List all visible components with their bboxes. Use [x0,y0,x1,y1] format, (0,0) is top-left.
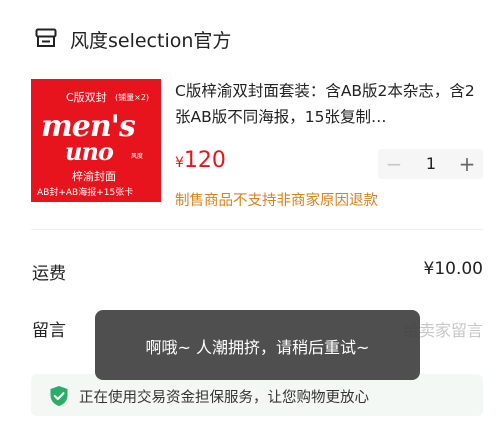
guarantee-banner[interactable]: 正在使用交易资金担保服务，让您购物更放心 [31,374,483,416]
price-value: 120 [183,148,226,173]
shipping-label: 运费 [32,264,66,284]
quantity-input[interactable]: 1 [416,149,446,179]
product-title[interactable]: C版梓渝双封面套装：含AB版2本杂志，含2张AB版不同海报，15张复制… [175,78,483,130]
toast-message: 啊哦~ 人潮拥挤，请稍后重试~ [95,310,420,380]
guarantee-text: 正在使用交易资金担保服务，让您购物更放心 [79,390,369,406]
thumb-edition: C版双封 [66,91,107,104]
shield-check-icon [50,386,68,406]
store-icon [35,28,57,47]
shipping-value: ¥10.00 [423,259,483,279]
store-name: 风度selection官方 [70,30,232,52]
product-thumbnail[interactable]: C版双封 (铺量×2) men's uno 风度 梓渝封面 AB封+AB海报+1… [31,79,161,202]
thumb-subtitle: 梓渝封面 [72,170,116,183]
decrease-quantity-button[interactable]: − [378,149,410,179]
price-currency: ¥ [175,155,184,171]
product-price: ¥120 [175,148,226,173]
increase-quantity-button[interactable]: + [451,149,483,179]
divider [31,229,483,230]
return-policy-note: 制售商品不支持非商家原因退款 [175,193,378,209]
thumb-logo-line2: uno [65,137,114,166]
quantity-stepper[interactable]: − 1 + [378,149,483,179]
store-header[interactable]: 风度selection官方 [0,0,501,74]
message-label: 留言 [32,321,66,341]
thumb-logo-small: 风度 [131,153,144,160]
thumb-bottom-line: AB封+AB海报+15张卡 [37,188,134,198]
toast-text: 啊哦~ 人潮拥挤，请稍后重试~ [145,338,370,357]
thumb-edition-note: (铺量×2) [115,93,150,102]
